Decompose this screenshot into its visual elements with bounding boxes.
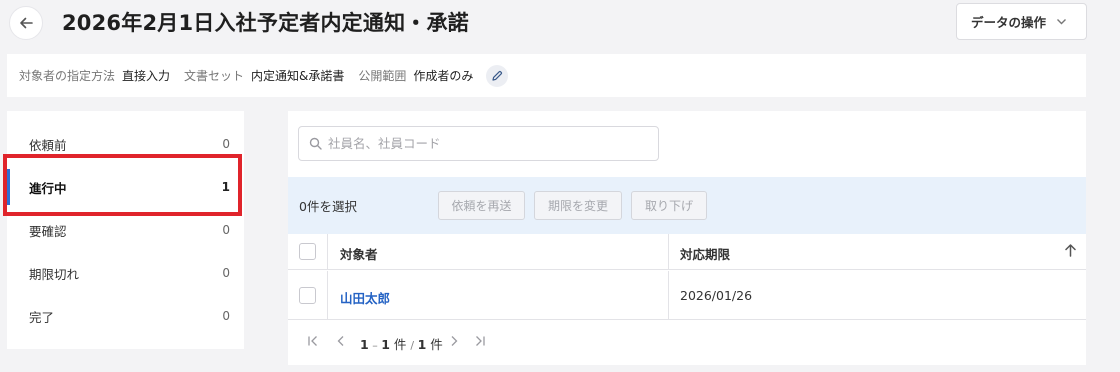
select-all-checkbox[interactable] xyxy=(299,243,316,260)
total-unit: 件 xyxy=(430,337,443,352)
target-name-link[interactable]: 山田太郎 xyxy=(340,288,390,307)
column-divider xyxy=(668,271,669,319)
deadline-cell: 2026/01/26 xyxy=(680,288,753,303)
visibility-value: 作成者のみ xyxy=(413,69,474,83)
target-method-label: 対象者の指定方法 xyxy=(19,69,116,83)
search-input[interactable] xyxy=(328,136,648,151)
status-count: 0 xyxy=(222,309,230,323)
status-label: 要確認 xyxy=(29,223,67,239)
change-deadline-button[interactable]: 期限を変更 xyxy=(534,191,622,220)
status-count: 0 xyxy=(222,266,230,280)
edit-settings-button[interactable] xyxy=(486,64,509,87)
highlight-annotation-box xyxy=(3,154,242,216)
column-divider xyxy=(327,271,328,319)
range-start: 1 xyxy=(360,337,369,352)
column-header-deadline[interactable]: 対応期限 xyxy=(680,244,730,263)
docset-label: 文書セット xyxy=(184,69,245,83)
status-label: 期限切れ xyxy=(29,266,80,282)
range-unit: 件 xyxy=(393,337,407,352)
table-header: 対象者 対応期限 xyxy=(288,234,1086,270)
withdraw-button[interactable]: 取り下げ xyxy=(631,191,707,220)
status-count: 0 xyxy=(222,223,230,237)
page-title: 2026年2月1日入社予定者内定通知・承諾 xyxy=(62,11,469,35)
page-range-text: 1 – 1 件 / 1 件 xyxy=(360,337,443,352)
table-row[interactable]: 山田太郎 2026/01/26 xyxy=(288,271,1086,320)
chevron-down-icon xyxy=(1056,16,1067,27)
bulk-action-bar: 0件を選択 依頼を再送 期限を変更 取り下げ xyxy=(288,177,1086,234)
back-button[interactable] xyxy=(9,6,43,40)
arrow-left-icon xyxy=(20,17,33,29)
data-operations-label: データの操作 xyxy=(971,15,1047,30)
settings-bar: 対象者の指定方法 直接入力 文書セット 内定通知&承諾書 公開範囲 作成者のみ xyxy=(7,54,1086,97)
docset-value: 内定通知&承諾書 xyxy=(251,69,345,83)
status-count: 0 xyxy=(222,137,230,151)
resend-request-button[interactable]: 依頼を再送 xyxy=(438,191,525,220)
column-divider xyxy=(327,234,328,269)
previous-page-icon[interactable] xyxy=(335,335,347,347)
status-label: 完了 xyxy=(29,309,55,325)
column-header-target[interactable]: 対象者 xyxy=(340,244,378,263)
search-icon xyxy=(309,137,322,150)
last-page-icon[interactable] xyxy=(474,335,486,347)
status-item-expired[interactable]: 期限切れ 0 xyxy=(7,255,244,291)
sort-arrow-up-icon[interactable] xyxy=(1064,243,1077,260)
main-content-panel: 0件を選択 依頼を再送 期限を変更 取り下げ 対象者 対応期限 山田太郎 202… xyxy=(288,111,1086,365)
visibility-label: 公開範囲 xyxy=(358,69,407,83)
selected-count: 0件を選択 xyxy=(299,199,357,214)
target-method-value: 直接入力 xyxy=(122,69,171,83)
data-operations-button[interactable]: データの操作 xyxy=(956,3,1087,40)
search-box xyxy=(298,126,659,161)
pagination: 1 – 1 件 / 1 件 xyxy=(288,320,1086,365)
row-checkbox[interactable] xyxy=(299,287,316,304)
column-divider xyxy=(668,234,669,269)
status-label: 依頼前 xyxy=(29,137,67,153)
status-item-needs-review[interactable]: 要確認 0 xyxy=(7,212,244,248)
status-filter-panel: 依頼前 0 進行中 1 要確認 0 期限切れ 0 完了 0 xyxy=(7,111,244,349)
first-page-icon[interactable] xyxy=(307,335,319,347)
total-count: 1 xyxy=(417,337,427,352)
range-end: 1 xyxy=(381,337,390,352)
next-page-icon[interactable] xyxy=(448,335,460,347)
status-item-completed[interactable]: 完了 0 xyxy=(7,298,244,334)
pencil-icon xyxy=(492,70,503,81)
